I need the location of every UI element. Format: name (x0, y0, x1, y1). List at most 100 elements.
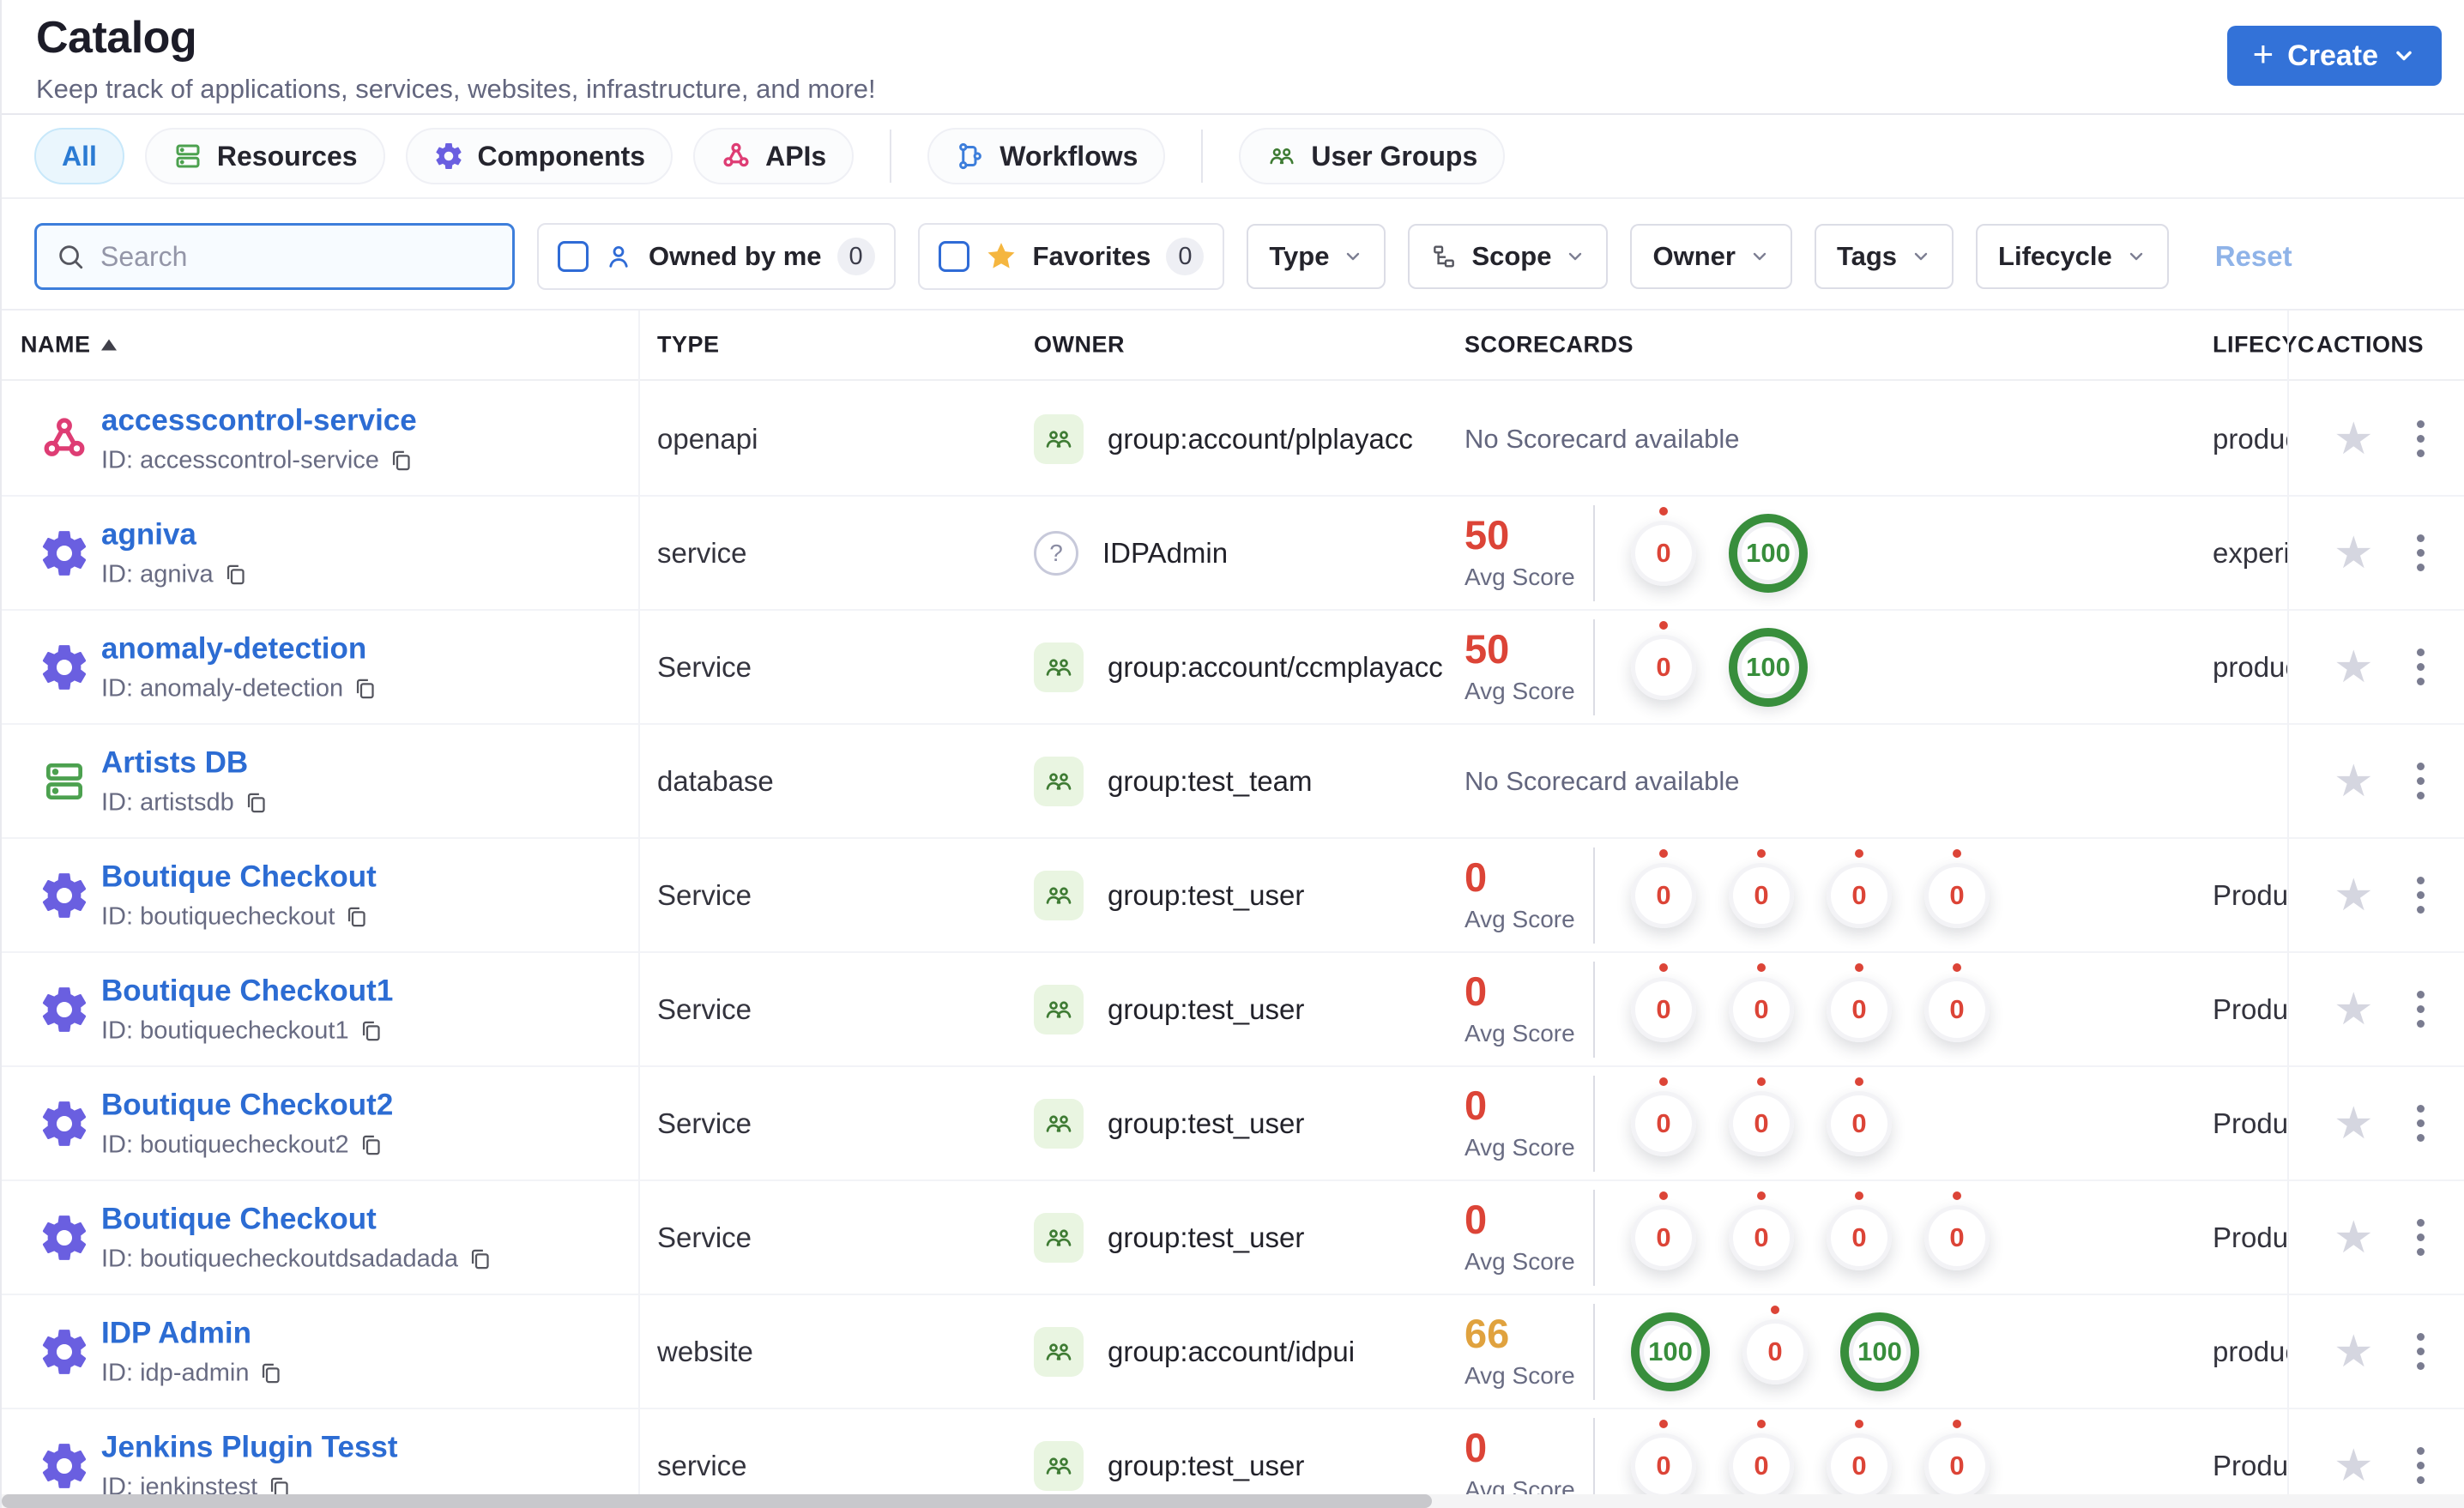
owned-by-me-label: Owned by me (649, 241, 822, 271)
more-options-icon[interactable] (2412, 415, 2430, 462)
entity-name-link[interactable]: Jenkins Plugin Tesst (101, 1430, 398, 1464)
horizontal-scrollbar-thumb[interactable] (2, 1494, 1432, 1508)
tab-components[interactable]: Components (405, 128, 673, 184)
scope-dropdown[interactable]: Scope (1408, 224, 1609, 289)
column-header-type[interactable]: TYPE (657, 332, 720, 359)
column-divider (638, 311, 640, 1508)
scorecard-score-circle[interactable]: 0 (1729, 848, 1794, 928)
horizontal-scrollbar[interactable] (2, 1494, 2464, 1508)
copy-icon[interactable] (353, 677, 377, 700)
entity-name-link[interactable]: Artists DB (101, 745, 248, 780)
scorecard-score-circle[interactable]: 100 (1729, 627, 1808, 707)
scorecard-score-circle[interactable]: 0 (1924, 962, 1990, 1042)
favorite-star-icon[interactable]: ★ (2334, 531, 2374, 576)
more-options-icon[interactable] (2412, 529, 2430, 576)
copy-icon[interactable] (259, 1361, 282, 1384)
tab-workflows[interactable]: Workflows (927, 128, 1166, 184)
scorecard-score-circle[interactable]: 0 (1924, 1419, 1990, 1499)
favorite-star-icon[interactable]: ★ (2334, 1101, 2374, 1146)
scorecard-score-value: 0 (1949, 993, 1965, 1024)
reset-filters-link[interactable]: Reset (2215, 240, 2292, 273)
entity-type: service (657, 1449, 747, 1481)
favorites-filter[interactable]: Favorites 0 (917, 223, 1225, 290)
scorecard-score-circle[interactable]: 0 (1924, 1191, 1990, 1270)
favorite-star-icon[interactable]: ★ (2334, 759, 2374, 804)
entity-name-link[interactable]: Boutique Checkout (101, 1202, 377, 1236)
table-row: accesscontrol-service ID: accesscontrol-… (2, 383, 2464, 497)
type-dropdown[interactable]: Type (1247, 224, 1386, 289)
scorecard-score-circle[interactable]: 0 (1631, 1191, 1696, 1270)
entity-name-link[interactable]: accesscontrol-service (101, 403, 417, 437)
favorite-star-icon[interactable]: ★ (2334, 1215, 2374, 1260)
scorecard-score-circle[interactable]: 0 (1827, 1191, 1892, 1270)
copy-icon[interactable] (468, 1247, 492, 1270)
scorecard-score-circle[interactable]: 0 (1729, 1077, 1794, 1156)
entity-name-link[interactable]: agniva (101, 517, 196, 552)
entity-type: database (657, 764, 774, 797)
tab-user-groups[interactable]: User Groups (1239, 128, 1506, 184)
favorite-star-icon[interactable]: ★ (2334, 417, 2374, 461)
row-actions: ★ (2289, 497, 2464, 609)
scorecard-score-circle[interactable]: 0 (1827, 848, 1892, 928)
entity-name-link[interactable]: IDP Admin (101, 1316, 251, 1350)
entity-name-link[interactable]: Boutique Checkout1 (101, 974, 393, 1008)
scorecard-score-circle[interactable]: 0 (1631, 620, 1696, 700)
copy-icon[interactable] (224, 563, 247, 586)
scorecard-score-circle[interactable]: 0 (1827, 1077, 1892, 1156)
tab-resources[interactable]: Resources (144, 128, 385, 184)
column-header-scorecards[interactable]: SCORECARDS (1465, 332, 1634, 359)
lifecycle-dropdown[interactable]: Lifecycle (1976, 224, 2169, 289)
search-input[interactable] (99, 239, 493, 274)
copy-icon[interactable] (390, 449, 413, 472)
scorecard-score-circle[interactable]: 0 (1729, 1191, 1794, 1270)
more-options-icon[interactable] (2412, 986, 2430, 1033)
copy-icon[interactable] (345, 905, 368, 928)
scorecard-score-circle[interactable]: 0 (1742, 1305, 1808, 1384)
column-header-name[interactable]: NAME (21, 332, 117, 359)
more-options-icon[interactable] (2412, 757, 2430, 805)
scorecard-score-circle[interactable]: 0 (1631, 962, 1696, 1042)
column-header-lifecycle[interactable]: LIFECYC (2213, 332, 2315, 359)
owned-by-me-filter[interactable]: Owned by me 0 (537, 223, 896, 290)
copy-icon[interactable] (245, 791, 268, 814)
more-options-icon[interactable] (2412, 1328, 2430, 1375)
scorecard-score-circle[interactable]: 0 (1827, 962, 1892, 1042)
owner-dropdown[interactable]: Owner (1630, 224, 1792, 289)
scorecard-score-circle[interactable]: 0 (1631, 1077, 1696, 1156)
favorite-star-icon[interactable]: ★ (2334, 645, 2374, 690)
more-options-icon[interactable] (2412, 1100, 2430, 1147)
more-options-icon[interactable] (2412, 872, 2430, 919)
scorecard-score-circle[interactable]: 100 (1631, 1312, 1710, 1391)
scorecard-score-circle[interactable]: 0 (1631, 1419, 1696, 1499)
actions-column-divider (2287, 311, 2289, 1508)
copy-icon[interactable] (359, 1019, 383, 1042)
scorecard-score-circle[interactable]: 0 (1924, 848, 1990, 928)
entity-name-link[interactable]: Boutique Checkout (101, 860, 377, 894)
scorecard-score-circle[interactable]: 100 (1729, 513, 1808, 593)
more-options-icon[interactable] (2412, 1214, 2430, 1261)
favorite-star-icon[interactable]: ★ (2334, 873, 2374, 918)
scorecard-score-circle[interactable]: 0 (1827, 1419, 1892, 1499)
favorite-star-icon[interactable]: ★ (2334, 1444, 2374, 1488)
search-box[interactable] (34, 223, 515, 290)
entity-name-link[interactable]: Boutique Checkout2 (101, 1088, 393, 1122)
entity-name-link[interactable]: anomaly-detection (101, 631, 366, 666)
copy-icon[interactable] (359, 1133, 383, 1156)
tags-dropdown[interactable]: Tags (1814, 224, 1954, 289)
create-button[interactable]: + Create (2226, 26, 2442, 86)
scorecard-score-circle[interactable]: 0 (1631, 848, 1696, 928)
favorite-star-icon[interactable]: ★ (2334, 987, 2374, 1032)
scorecard-score-circle[interactable]: 100 (1840, 1312, 1919, 1391)
tab-label: All (62, 140, 97, 172)
tab-apis[interactable]: APIs (693, 128, 855, 184)
scorecard-score-circle[interactable]: 0 (1729, 1419, 1794, 1499)
more-options-icon[interactable] (2412, 643, 2430, 691)
column-header-owner[interactable]: OWNER (1034, 332, 1125, 359)
favorite-star-icon[interactable]: ★ (2334, 1330, 2374, 1374)
favorites-checkbox[interactable] (938, 241, 969, 272)
owned-by-me-checkbox[interactable] (558, 241, 589, 272)
tab-all[interactable]: All (34, 128, 124, 184)
more-options-icon[interactable] (2412, 1442, 2430, 1489)
scorecard-score-circle[interactable]: 0 (1631, 506, 1696, 586)
scorecard-score-circle[interactable]: 0 (1729, 962, 1794, 1042)
